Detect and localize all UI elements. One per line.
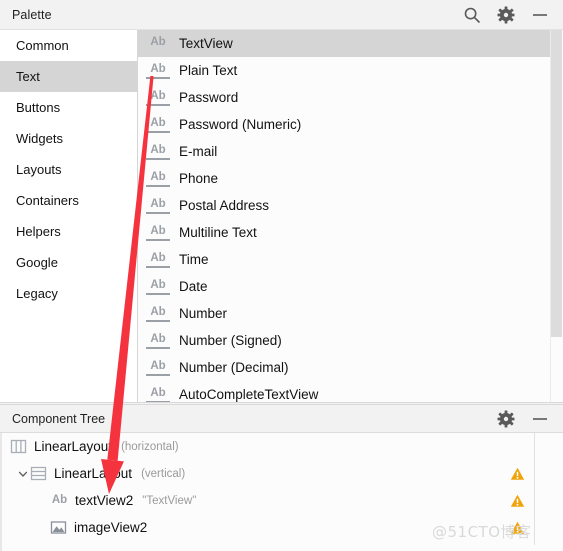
palette-item-list: Ab TextView Ab Plain Text Ab Password Ab Passwo… — [138, 30, 563, 402]
palette-item-label: E-mail — [179, 144, 218, 159]
ab-icon: Ab — [146, 117, 170, 133]
search-icon[interactable] — [463, 6, 481, 24]
palette-item[interactable]: Ab AutoCompleteTextView — [138, 381, 563, 402]
warning-icon[interactable] — [510, 466, 525, 481]
palette-item[interactable]: Ab Plain Text — [138, 57, 563, 84]
palette-category-buttons[interactable]: Buttons — [0, 92, 137, 123]
warning-icon[interactable] — [510, 493, 525, 508]
component-tree-node-detail: "TextView" — [142, 494, 197, 507]
ab-icon: Ab — [150, 35, 166, 48]
palette-category-widgets[interactable]: Widgets — [0, 123, 137, 154]
palette-item[interactable]: Ab TextView — [138, 30, 563, 57]
component-tree-row[interactable]: LinearLayout (vertical) — [2, 460, 563, 487]
palette-scrollbar[interactable] — [550, 30, 563, 402]
palette-item[interactable]: Ab Number (Decimal) — [138, 354, 563, 381]
palette-item[interactable]: Ab Password (Numeric) — [138, 111, 563, 138]
palette-item[interactable]: Ab E-mail — [138, 138, 563, 165]
palette-category-label: Google — [16, 255, 58, 270]
palette-item-label: Password (Numeric) — [179, 117, 302, 132]
palette-item-label: Phone — [179, 171, 219, 186]
ab-icon: Ab — [146, 198, 170, 214]
palette-item-label: Number (Signed) — [179, 333, 282, 348]
palette-category-label: Legacy — [16, 286, 58, 301]
palette-item[interactable]: Ab Date — [138, 273, 563, 300]
palette-item[interactable]: Ab Number (Signed) — [138, 327, 563, 354]
palette-titlebar-actions — [463, 6, 549, 24]
palette-item[interactable]: Ab Password — [138, 84, 563, 111]
component-tree-node-name: imageView2 — [74, 520, 148, 535]
palette-category-label: Layouts — [16, 162, 62, 177]
palette-item-label: Multiline Text — [179, 225, 257, 240]
palette-item[interactable]: Ab Postal Address — [138, 192, 563, 219]
palette-item[interactable]: Ab Multiline Text — [138, 219, 563, 246]
palette-item-label: Date — [179, 279, 208, 294]
palette-scrollbar-thumb[interactable] — [551, 30, 562, 337]
component-tree-node-name: LinearLayout — [34, 439, 113, 454]
palette-category-legacy[interactable]: Legacy — [0, 278, 137, 309]
palette-category-helpers[interactable]: Helpers — [0, 216, 137, 247]
palette-category-common[interactable]: Common — [0, 30, 137, 61]
component-tree-title: Component Tree — [12, 411, 106, 426]
palette-category-label: Text — [16, 69, 40, 84]
component-tree-node-detail: (vertical) — [141, 467, 186, 480]
palette-item-label: TextView — [179, 36, 233, 51]
palette-item[interactable]: Ab Time — [138, 246, 563, 273]
component-tree-titlebar: Component Tree — [0, 405, 563, 433]
ab-icon: Ab — [146, 252, 170, 268]
palette-item-label: Time — [179, 252, 209, 267]
palette-category-label: Helpers — [16, 224, 61, 239]
image-icon — [50, 521, 67, 534]
palette-window: Palette Common Text Buttons Widgets Layo… — [0, 0, 563, 551]
component-tree-row[interactable]: Ab textView2 "TextView" — [2, 487, 563, 514]
component-tree-node-name: textView2 — [75, 493, 134, 508]
component-tree-node-detail: (horizontal) — [121, 440, 179, 453]
palette-category-label: Widgets — [16, 131, 63, 146]
ab-icon: Ab — [51, 493, 68, 506]
ab-icon: Ab — [146, 360, 170, 376]
component-tree-body: LinearLayout (horizontal) LinearLayout (ver… — [0, 433, 563, 551]
linear-layout-horizontal-icon — [10, 439, 27, 454]
palette-category-text[interactable]: Text — [0, 61, 137, 92]
ab-icon: Ab — [146, 333, 170, 349]
ab-icon: Ab — [146, 306, 170, 322]
component-tree-row[interactable]: LinearLayout (horizontal) — [2, 433, 563, 460]
gear-icon[interactable] — [497, 6, 515, 24]
gear-icon[interactable] — [497, 410, 515, 428]
warning-icon[interactable] — [510, 520, 525, 535]
ab-icon: Ab — [146, 171, 170, 187]
chevron-down-icon[interactable] — [16, 468, 30, 480]
palette-item[interactable]: Ab Phone — [138, 165, 563, 192]
palette-category-list: Common Text Buttons Widgets Layouts Container… — [0, 30, 138, 402]
palette-body: Common Text Buttons Widgets Layouts Container… — [0, 30, 563, 402]
ab-icon: Ab — [146, 144, 170, 160]
palette-title: Palette — [12, 7, 52, 22]
ab-icon: Ab — [146, 63, 170, 79]
palette-item-label: Postal Address — [179, 198, 270, 213]
palette-item-label: Password — [179, 90, 239, 105]
component-tree-actions — [497, 410, 549, 428]
ab-icon: Ab — [146, 225, 170, 241]
component-tree-node-name: LinearLayout — [54, 466, 133, 481]
palette-category-layouts[interactable]: Layouts — [0, 154, 137, 185]
ab-icon: Ab — [146, 279, 170, 295]
palette-item[interactable]: Ab Number — [138, 300, 563, 327]
component-tree-gutter-divider — [534, 433, 535, 545]
ab-icon: Ab — [146, 90, 170, 106]
palette-category-google[interactable]: Google — [0, 247, 137, 278]
palette-category-containers[interactable]: Containers — [0, 185, 137, 216]
palette-item-label: Plain Text — [179, 63, 238, 78]
palette-item-label: AutoCompleteTextView — [179, 387, 319, 402]
palette-category-label: Buttons — [16, 100, 61, 115]
palette-category-label: Containers — [16, 193, 79, 208]
palette-titlebar: Palette — [0, 0, 563, 30]
ab-icon: Ab — [146, 387, 170, 402]
linear-layout-vertical-icon — [30, 466, 47, 481]
component-tree-row[interactable]: imageView2 — [2, 514, 563, 541]
minimize-icon[interactable] — [531, 6, 549, 24]
palette-item-label: Number (Decimal) — [179, 360, 289, 375]
palette-item-label: Number — [179, 306, 228, 321]
minimize-icon[interactable] — [531, 410, 549, 428]
palette-category-label: Common — [16, 38, 69, 53]
